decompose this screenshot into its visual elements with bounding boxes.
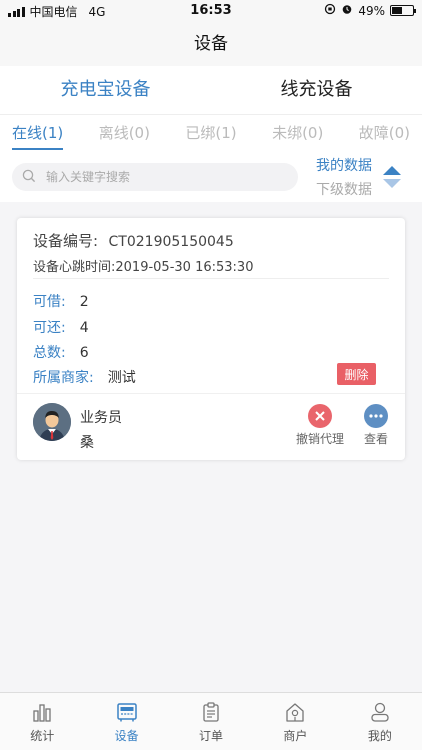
subordinate-data-option[interactable]: 下级数据 [316, 178, 372, 202]
search-input[interactable] [46, 170, 266, 184]
close-icon [308, 404, 332, 428]
orientation-lock-icon [324, 3, 336, 18]
tab-cable-devices[interactable]: 线充设备 [211, 66, 422, 114]
total-label: 总数: [33, 345, 66, 361]
search-row: 我的数据 下级数据 [0, 152, 422, 202]
heartbeat-value: 2019-05-30 16:53:30 [115, 260, 254, 275]
device-icon [116, 703, 137, 722]
search-icon [22, 168, 36, 187]
alarm-icon [341, 3, 353, 18]
tab-power-bank-devices[interactable]: 充电宝设备 [0, 66, 211, 114]
tab-devices[interactable]: 设备 [84, 693, 168, 750]
tab-faulty[interactable]: 故障(0) [359, 115, 410, 152]
tab-label: 商户 [283, 729, 308, 743]
device-id-label: 设备编号: [33, 232, 99, 250]
device-card: 设备编号: CT021905150045 设备心跳时间:2019-05-30 1… [17, 218, 405, 460]
page-title: 设备 [0, 22, 422, 66]
merchant-house-icon [286, 703, 305, 722]
total-row: 总数: 6 [33, 342, 89, 362]
tab-online[interactable]: 在线(1) [12, 115, 64, 152]
delete-button[interactable]: 删除 [337, 363, 376, 385]
search-box[interactable] [12, 163, 298, 191]
borrowable-value: 2 [79, 294, 89, 310]
agent-name: 桑 [80, 435, 94, 451]
profile-icon [371, 702, 389, 722]
revoke-agent-button[interactable]: 撤销代理 [292, 404, 348, 447]
tab-orders[interactable]: 订单 [169, 693, 253, 750]
bar-chart-icon [33, 704, 51, 722]
avatar [33, 403, 71, 441]
scope-toggle-icon[interactable] [382, 164, 402, 190]
view-label: 查看 [363, 432, 388, 446]
merchant-row: 所属商家: 测试 [33, 367, 136, 387]
revoke-agent-label: 撤销代理 [295, 432, 344, 446]
merchant-label: 所属商家: [33, 370, 94, 386]
tab-bound[interactable]: 已绑(1) [185, 115, 236, 152]
tab-label: 设备 [114, 729, 139, 743]
data-scope-switch: 我的数据 下级数据 [316, 154, 372, 202]
tab-statistics[interactable]: 统计 [0, 693, 84, 750]
more-icon [364, 404, 388, 428]
device-id-row: 设备编号: CT021905150045 [33, 230, 234, 251]
tab-label: 统计 [30, 729, 55, 743]
returnable-value: 4 [79, 320, 89, 336]
tab-unbound[interactable]: 未绑(0) [272, 115, 323, 152]
tab-label: 订单 [199, 729, 224, 743]
returnable-row: 可还: 4 [33, 317, 89, 337]
total-value: 6 [79, 345, 89, 361]
heartbeat-label: 设备心跳时间: [33, 260, 116, 275]
status-right: 49% [324, 3, 416, 18]
tab-merchants[interactable]: 商户 [253, 693, 337, 750]
device-type-tabs: 充电宝设备 线充设备 [0, 66, 422, 114]
view-button[interactable]: 查看 [361, 404, 391, 447]
divider [33, 278, 389, 279]
tab-profile[interactable]: 我的 [338, 693, 422, 750]
divider [17, 393, 405, 394]
order-clipboard-icon [203, 702, 219, 722]
status-bar: 中国电信 4G 16:53 49% [0, 0, 422, 22]
battery-percent: 49% [358, 3, 385, 18]
borrowable-row: 可借: 2 [33, 291, 89, 311]
device-id-value: CT021905150045 [108, 234, 234, 250]
borrowable-label: 可借: [33, 294, 66, 310]
bottom-tab-bar: 统计 设备 订单 商户 我的 [0, 692, 422, 750]
returnable-label: 可还: [33, 320, 66, 336]
tab-offline[interactable]: 离线(0) [99, 115, 150, 152]
my-data-option[interactable]: 我的数据 [316, 154, 372, 178]
tab-label: 我的 [367, 729, 392, 743]
heartbeat-row: 设备心跳时间:2019-05-30 16:53:30 [33, 256, 253, 275]
status-filter-tabs: 在线(1) 离线(0) 已绑(1) 未绑(0) 故障(0) [0, 114, 422, 152]
agent-role: 业务员 [80, 410, 122, 426]
merchant-value: 测试 [107, 370, 136, 386]
battery-icon [390, 5, 416, 16]
